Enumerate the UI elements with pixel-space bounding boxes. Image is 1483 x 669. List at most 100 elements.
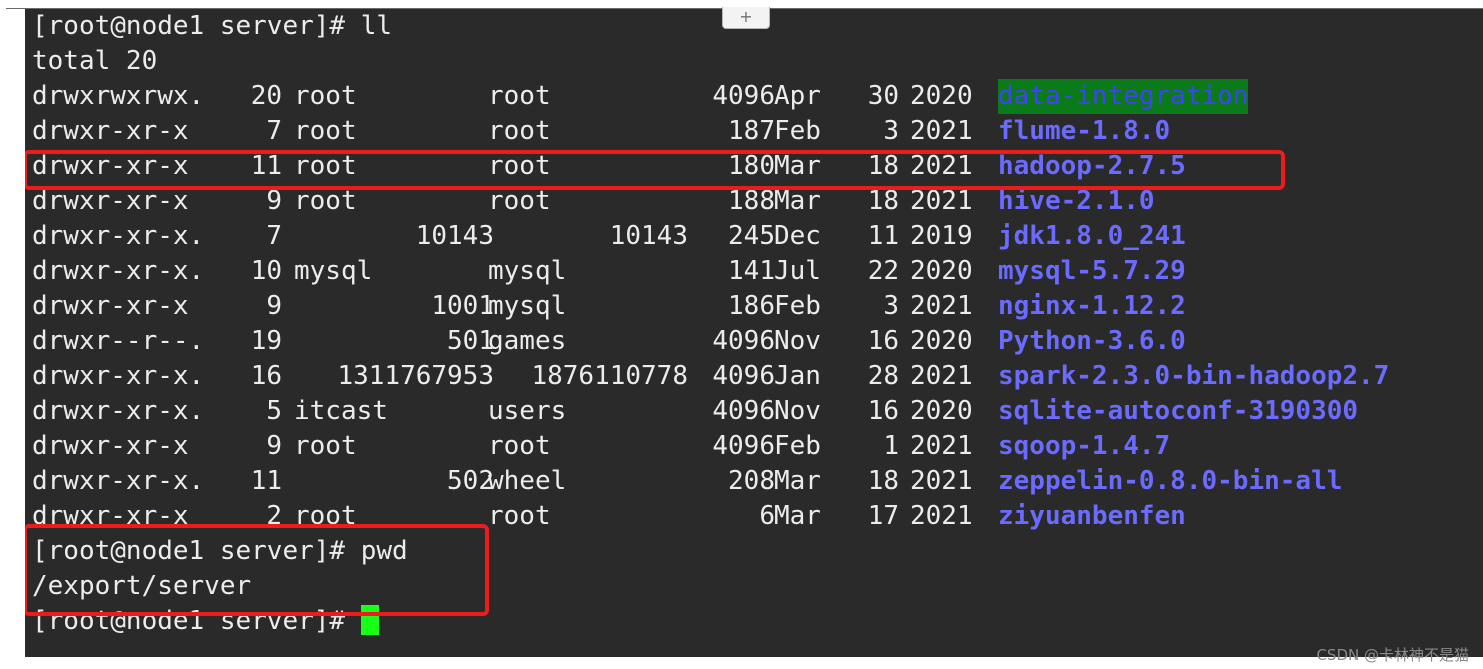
listing-year: 2021 — [910, 151, 973, 181]
listing-links: 19 — [250, 326, 282, 356]
listing-name: data-integration — [998, 79, 1249, 114]
listing-perm: drwxr-xr-x — [32, 501, 189, 531]
listing-day: 18 — [867, 466, 899, 496]
listing-links: 9 — [266, 186, 282, 216]
listing-owner: 1001 — [431, 291, 494, 321]
listing-size: 4096 — [712, 326, 775, 356]
current-prompt[interactable]: [root@node1 server]# — [32, 604, 379, 639]
listing-name: sqlite-autoconf-3190300 — [998, 396, 1359, 426]
listing-year: 2021 — [910, 291, 973, 321]
listing-links: 5 — [266, 396, 282, 426]
listing-month: Apr — [774, 81, 821, 111]
listing-links: 2 — [266, 501, 282, 531]
listing-owner: itcast — [294, 396, 388, 426]
listing-perm: drwxr-xr-x. — [32, 396, 205, 426]
listing-month: Nov — [774, 326, 821, 356]
listing-name: hive-2.1.0 — [998, 186, 1155, 216]
listing-day: 1 — [883, 431, 899, 461]
listing-group: users — [488, 396, 567, 426]
listing-group: root — [488, 186, 551, 216]
listing-month: Nov — [774, 396, 821, 426]
listing-owner: 10143 — [415, 221, 494, 251]
listing-name: mysql-5.7.29 — [998, 256, 1186, 286]
command-line-pwd: [root@node1 server]# pwd — [32, 536, 408, 566]
listing-owner: root — [294, 431, 357, 461]
listing-year: 2021 — [910, 186, 973, 216]
listing-group: root — [488, 81, 551, 111]
listing-day: 30 — [867, 81, 899, 111]
listing-size: 4096 — [712, 396, 775, 426]
listing-perm: drwxr-xr-x. — [32, 256, 205, 286]
listing-links: 11 — [250, 151, 282, 181]
listing-owner: root — [294, 81, 357, 111]
listing-owner: root — [294, 186, 357, 216]
listing-links: 9 — [266, 431, 282, 461]
listing-owner: root — [294, 501, 357, 531]
listing-owner: root — [294, 116, 357, 146]
prompt-text: [root@node1 server]# — [32, 606, 361, 636]
listing-size: 187 — [728, 116, 775, 146]
listing-month: Jul — [774, 256, 821, 286]
listing-owner: 501 — [447, 326, 494, 356]
listing-owner: mysql — [294, 256, 373, 286]
listing-day: 18 — [867, 186, 899, 216]
listing-year: 2021 — [910, 431, 973, 461]
listing-year: 2021 — [910, 361, 973, 391]
listing-name: zeppelin-0.8.0-bin-all — [998, 466, 1343, 496]
listing-month: Mar — [774, 466, 821, 496]
listing-day: 28 — [867, 361, 899, 391]
listing-name: flume-1.8.0 — [998, 116, 1171, 146]
listing-links: 9 — [266, 291, 282, 321]
listing-size: 186 — [728, 291, 775, 321]
listing-perm: drwxr-xr-x — [32, 116, 189, 146]
listing-perm: drwxr--r--. — [32, 326, 205, 356]
listing-group: root — [488, 116, 551, 146]
listing-owner: 1311767953 — [337, 361, 494, 391]
command-line-ll: [root@node1 server]# ll — [32, 11, 393, 41]
listing-size: 180 — [728, 151, 775, 181]
listing-size: 188 — [728, 186, 775, 216]
listing-links: 7 — [266, 221, 282, 251]
listing-links: 11 — [250, 466, 282, 496]
listing-perm: drwxr-xr-x — [32, 186, 189, 216]
listing-perm: drwxr-xr-x — [32, 431, 189, 461]
listing-day: 22 — [867, 256, 899, 286]
listing-month: Feb — [774, 431, 821, 461]
listing-day: 3 — [883, 291, 899, 321]
listing-size: 4096 — [712, 81, 775, 111]
listing-name: Python-3.6.0 — [998, 326, 1186, 356]
listing-year: 2020 — [910, 256, 973, 286]
listing-perm: drwxr-xr-x. — [32, 221, 205, 251]
listing-group: wheel — [488, 466, 567, 496]
listing-name: hadoop-2.7.5 — [998, 151, 1186, 181]
listing-year: 2020 — [910, 81, 973, 111]
listing-name: ziyuanbenfen — [998, 501, 1186, 531]
listing-month: Mar — [774, 186, 821, 216]
listing-group: 1876110778 — [531, 361, 688, 391]
listing-month: Mar — [774, 501, 821, 531]
listing-group: root — [488, 431, 551, 461]
listing-group: games — [488, 326, 567, 356]
listing-group: root — [488, 501, 551, 531]
listing-links: 7 — [266, 116, 282, 146]
listing-name: spark-2.3.0-bin-hadoop2.7 — [998, 361, 1390, 391]
listing-day: 18 — [867, 151, 899, 181]
listing-day: 16 — [867, 396, 899, 426]
listing-year: 2021 — [910, 116, 973, 146]
listing-size: 141 — [728, 256, 775, 286]
listing-name: nginx-1.12.2 — [998, 291, 1186, 321]
listing-month: Feb — [774, 116, 821, 146]
listing-name: jdk1.8.0_241 — [998, 221, 1186, 251]
listing-group: root — [488, 151, 551, 181]
listing-perm: drwxr-xr-x — [32, 291, 189, 321]
listing-owner: root — [294, 151, 357, 181]
listing-perm: drwxr-xr-x. — [32, 466, 205, 496]
new-tab-button[interactable]: + — [722, 7, 770, 29]
listing-size: 4096 — [712, 361, 775, 391]
cursor — [360, 604, 379, 635]
listing-month: Jan — [774, 361, 821, 391]
listing-year: 2020 — [910, 326, 973, 356]
terminal-window[interactable]: [root@node1 server]# ll total 20 drwxrwx… — [25, 9, 1483, 657]
listing-group: mysql — [488, 256, 567, 286]
listing-day: 17 — [867, 501, 899, 531]
